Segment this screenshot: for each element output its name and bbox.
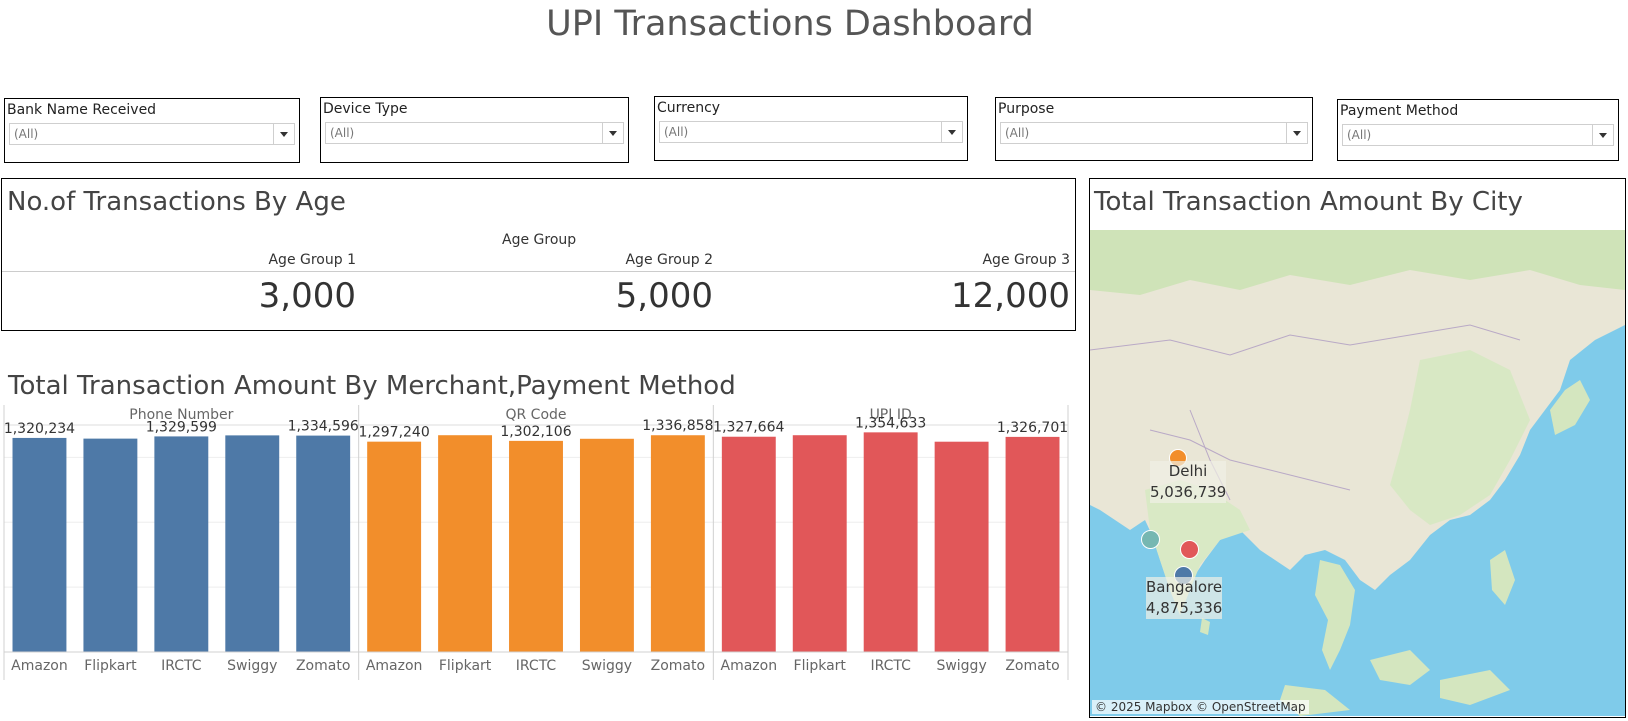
- dropdown-value: (All): [14, 127, 39, 141]
- age-group-1-value: 3,000: [258, 276, 356, 316]
- chevron-down-icon[interactable]: [1286, 123, 1307, 143]
- city-marker-red[interactable]: [1180, 540, 1199, 559]
- age-group-2-value: 5,000: [615, 276, 713, 316]
- bar: [650, 435, 705, 652]
- x-tick-label: Zomato: [296, 658, 350, 674]
- bangalore-label: Bangalore 4,875,336: [1146, 577, 1222, 619]
- chevron-down-icon[interactable]: [941, 122, 962, 142]
- x-tick-label: Swiggy: [582, 658, 632, 674]
- bar: [934, 441, 989, 652]
- filter-purpose: Purpose (All): [995, 97, 1313, 161]
- age-group-header: Age Group: [502, 232, 577, 248]
- age-group-3-label: Age Group 3: [982, 252, 1070, 268]
- age-group-1-label: Age Group 1: [268, 252, 356, 268]
- delhi-name: Delhi: [1168, 462, 1208, 480]
- data-label: 1,297,240: [359, 425, 430, 441]
- filter-label: Currency: [657, 100, 721, 116]
- dropdown-value: (All): [1347, 128, 1372, 142]
- data-label: 1,336,858: [642, 418, 713, 434]
- filter-device-type: Device Type (All): [320, 97, 629, 163]
- currency-dropdown[interactable]: (All): [659, 121, 963, 143]
- data-label: 1,327,664: [713, 420, 784, 436]
- data-label: 1,302,106: [500, 424, 571, 440]
- bar: [579, 438, 634, 652]
- bar: [438, 435, 493, 652]
- age-group-3-value: 12,000: [951, 276, 1070, 316]
- filter-label: Device Type: [323, 101, 408, 117]
- age-panel: No.of Transactions By Age Age Group Age …: [1, 178, 1076, 331]
- x-tick-label: IRCTC: [516, 658, 557, 674]
- x-tick-label: Flipkart: [439, 658, 492, 674]
- bar: [296, 435, 351, 652]
- dropdown-value: (All): [1005, 126, 1030, 140]
- delhi-amount: 5,036,739: [1150, 483, 1227, 501]
- merchant-chart-title: Total Transaction Amount By Merchant,Pay…: [8, 371, 736, 401]
- bar: [792, 435, 847, 652]
- filter-label: Purpose: [998, 101, 1055, 117]
- purpose-dropdown[interactable]: (All): [1000, 122, 1308, 144]
- x-tick-label: Swiggy: [227, 658, 277, 674]
- filter-currency: Currency (All): [654, 96, 968, 161]
- data-label: 1,326,701: [997, 420, 1068, 436]
- map-attribution: © 2025 Mapbox © OpenStreetMap: [1092, 700, 1309, 714]
- device-type-dropdown[interactable]: (All): [325, 122, 624, 144]
- payment-method-dropdown[interactable]: (All): [1342, 124, 1614, 146]
- data-label: 1,329,599: [146, 419, 217, 435]
- bar: [721, 436, 776, 652]
- x-tick-label: Swiggy: [936, 658, 986, 674]
- age-panel-title: No.of Transactions By Age: [7, 187, 346, 217]
- merchant-bar-chart: Phone Number1,320,234Amazon Flipkart1,329…: [3, 405, 1069, 680]
- bangalore-amount: 4,875,336: [1146, 599, 1223, 617]
- x-tick-label: IRCTC: [161, 658, 202, 674]
- filter-bank-name: Bank Name Received (All): [4, 98, 300, 163]
- bar: [83, 438, 138, 652]
- x-tick-label: Zomato: [651, 658, 705, 674]
- filter-label: Payment Method: [1340, 103, 1459, 119]
- data-label: 1,320,234: [4, 421, 75, 437]
- bar: [509, 440, 563, 652]
- x-tick-label: IRCTC: [870, 658, 911, 674]
- delhi-label: Delhi 5,036,739: [1150, 461, 1226, 503]
- pane-header-label: QR Code: [505, 407, 566, 423]
- x-tick-label: Amazon: [721, 658, 778, 674]
- bar: [225, 435, 280, 652]
- x-tick-label: Flipkart: [794, 658, 847, 674]
- map-panel-title: Total Transaction Amount By City: [1094, 187, 1523, 217]
- bar: [863, 432, 918, 652]
- bank-name-dropdown[interactable]: (All): [9, 123, 295, 145]
- x-tick-label: Zomato: [1005, 658, 1059, 674]
- x-tick-label: Flipkart: [84, 658, 137, 674]
- data-label: 1,334,596: [288, 419, 359, 435]
- filter-payment-method: Payment Method (All): [1337, 99, 1619, 161]
- dropdown-value: (All): [330, 126, 355, 140]
- city-marker-teal[interactable]: [1141, 530, 1160, 549]
- dashboard-title: UPI Transactions Dashboard: [546, 4, 1034, 44]
- header-divider: [2, 271, 1075, 272]
- chevron-down-icon[interactable]: [1592, 125, 1613, 145]
- bar: [367, 441, 422, 652]
- x-tick-label: Amazon: [11, 658, 68, 674]
- age-group-2-label: Age Group 2: [625, 252, 713, 268]
- chevron-down-icon[interactable]: [602, 123, 623, 143]
- chevron-down-icon[interactable]: [273, 124, 294, 144]
- bangalore-name: Bangalore: [1146, 578, 1223, 596]
- bar: [12, 437, 67, 652]
- data-label: 1,354,633: [855, 415, 926, 431]
- city-map[interactable]: Delhi 5,036,739 Bangalore 4,875,336 © 20…: [1090, 230, 1625, 716]
- dropdown-value: (All): [664, 125, 689, 139]
- bar: [1005, 436, 1060, 652]
- x-tick-label: Amazon: [366, 658, 423, 674]
- bar: [154, 436, 209, 652]
- filter-label: Bank Name Received: [7, 102, 157, 118]
